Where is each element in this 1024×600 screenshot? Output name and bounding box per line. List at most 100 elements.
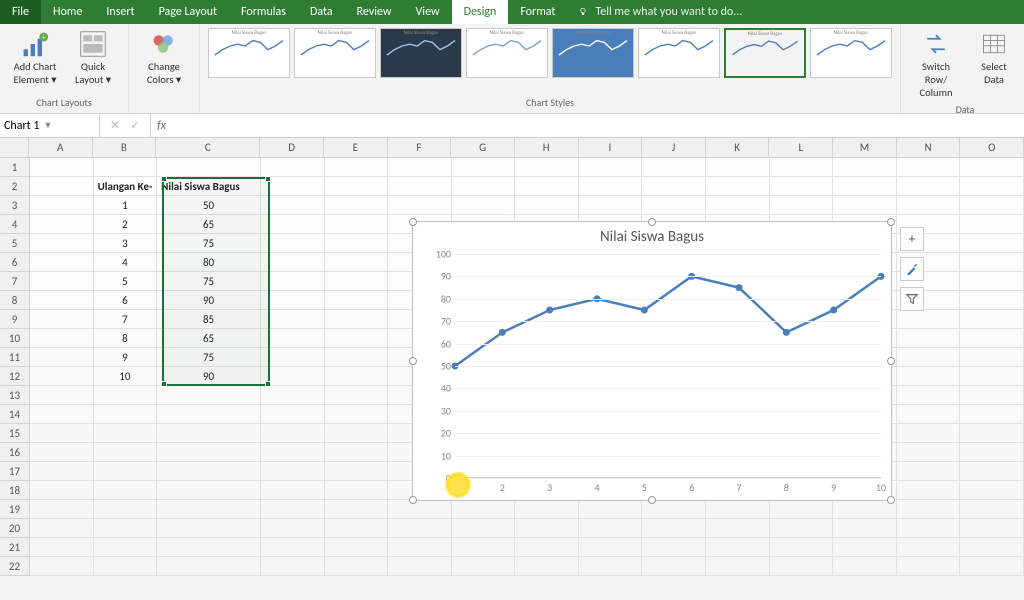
cell-M21[interactable]: [833, 538, 897, 557]
cell-E19[interactable]: [325, 500, 389, 519]
select-data-button[interactable]: Select Data: [967, 28, 1021, 88]
cell-C19[interactable]: [157, 500, 261, 519]
cell-C13[interactable]: [157, 386, 261, 405]
cell-D3[interactable]: [261, 196, 325, 215]
cell-L2[interactable]: [770, 177, 834, 196]
cell-O13[interactable]: [960, 386, 1024, 405]
formula-bar-input[interactable]: [172, 114, 1024, 137]
tab-data[interactable]: Data: [298, 0, 345, 24]
cell-C1[interactable]: [157, 158, 261, 177]
cell-D15[interactable]: [261, 424, 325, 443]
column-header-D[interactable]: D: [260, 138, 324, 158]
cell-L22[interactable]: [770, 557, 834, 576]
cell-J22[interactable]: [642, 557, 706, 576]
cell-J2[interactable]: [642, 177, 706, 196]
cell-F21[interactable]: [388, 538, 452, 557]
cell-J3[interactable]: [642, 196, 706, 215]
cell-J21[interactable]: [642, 538, 706, 557]
select-all-corner[interactable]: [0, 138, 29, 158]
cell-H2[interactable]: [515, 177, 579, 196]
row-header-22[interactable]: 22: [0, 557, 30, 576]
cell-H20[interactable]: [515, 519, 579, 538]
cell-B7[interactable]: 5: [94, 272, 158, 291]
cell-B11[interactable]: 9: [94, 348, 158, 367]
chart-style-5[interactable]: Nilai Siswa Bagus: [552, 28, 634, 78]
column-header-F[interactable]: F: [388, 138, 452, 158]
column-header-C[interactable]: C: [156, 138, 260, 158]
chart-style-3[interactable]: Nilai Siswa Bagus: [380, 28, 462, 78]
cell-O15[interactable]: [960, 424, 1024, 443]
cell-B1[interactable]: [94, 158, 158, 177]
row-header-12[interactable]: 12: [0, 367, 30, 386]
cell-B9[interactable]: 7: [94, 310, 158, 329]
cell-H3[interactable]: [515, 196, 579, 215]
cell-O14[interactable]: [960, 405, 1024, 424]
cell-C3[interactable]: 50: [157, 196, 261, 215]
cell-O22[interactable]: [960, 557, 1024, 576]
cell-J20[interactable]: [642, 519, 706, 538]
cell-L19[interactable]: [770, 500, 834, 519]
cell-A1[interactable]: [30, 158, 94, 177]
cell-D18[interactable]: [261, 481, 325, 500]
row-header-9[interactable]: 9: [0, 310, 30, 329]
cell-H19[interactable]: [515, 500, 579, 519]
cell-G22[interactable]: [452, 557, 516, 576]
cell-B2[interactable]: Ulangan Ke-: [94, 177, 158, 196]
cell-O11[interactable]: [960, 348, 1024, 367]
cell-D5[interactable]: [261, 234, 325, 253]
column-header-N[interactable]: N: [897, 138, 961, 158]
cell-L1[interactable]: [770, 158, 834, 177]
chart-style-8[interactable]: Nilai Siswa Bagus: [810, 28, 892, 78]
column-header-B[interactable]: B: [93, 138, 157, 158]
cell-C5[interactable]: 75: [157, 234, 261, 253]
column-header-L[interactable]: L: [769, 138, 833, 158]
cell-C8[interactable]: 90: [157, 291, 261, 310]
cell-F19[interactable]: [388, 500, 452, 519]
row-header-17[interactable]: 17: [0, 462, 30, 481]
cell-E2[interactable]: [325, 177, 389, 196]
row-header-8[interactable]: 8: [0, 291, 30, 310]
row-header-1[interactable]: 1: [0, 158, 30, 177]
cell-A4[interactable]: [30, 215, 94, 234]
cell-E20[interactable]: [325, 519, 389, 538]
cell-D21[interactable]: [261, 538, 325, 557]
cell-N17[interactable]: [897, 462, 961, 481]
cell-D12[interactable]: [261, 367, 325, 386]
cell-N21[interactable]: [897, 538, 961, 557]
resize-handle-ne[interactable]: [887, 218, 895, 226]
resize-handle-nw[interactable]: [409, 218, 417, 226]
cell-B3[interactable]: 1: [94, 196, 158, 215]
cell-A6[interactable]: [30, 253, 94, 272]
row-header-15[interactable]: 15: [0, 424, 30, 443]
cell-D1[interactable]: [261, 158, 325, 177]
cell-D22[interactable]: [261, 557, 325, 576]
cell-K21[interactable]: [706, 538, 770, 557]
row-header-7[interactable]: 7: [0, 272, 30, 291]
cell-C12[interactable]: 90: [157, 367, 261, 386]
cell-O7[interactable]: [960, 272, 1024, 291]
cell-A5[interactable]: [30, 234, 94, 253]
cell-N16[interactable]: [897, 443, 961, 462]
chart-style-7[interactable]: Nilai Siswa Bagus: [724, 28, 806, 78]
cell-M22[interactable]: [833, 557, 897, 576]
cell-E16[interactable]: [325, 443, 389, 462]
row-header-16[interactable]: 16: [0, 443, 30, 462]
cell-B4[interactable]: 2: [94, 215, 158, 234]
cell-E17[interactable]: [325, 462, 389, 481]
cell-C11[interactable]: 75: [157, 348, 261, 367]
cell-E15[interactable]: [325, 424, 389, 443]
cell-A14[interactable]: [30, 405, 94, 424]
cell-M20[interactable]: [833, 519, 897, 538]
cell-E14[interactable]: [325, 405, 389, 424]
column-header-K[interactable]: K: [706, 138, 770, 158]
spreadsheet-grid[interactable]: ABCDEFGHIJKLMNO 123456789101112131415161…: [0, 138, 1024, 600]
cell-N11[interactable]: [897, 348, 961, 367]
cell-E8[interactable]: [325, 291, 389, 310]
cell-I20[interactable]: [579, 519, 643, 538]
column-header-O[interactable]: O: [960, 138, 1024, 158]
cell-E7[interactable]: [325, 272, 389, 291]
enter-icon[interactable]: ✓: [130, 118, 140, 133]
cell-E12[interactable]: [325, 367, 389, 386]
cell-G20[interactable]: [452, 519, 516, 538]
cell-B8[interactable]: 6: [94, 291, 158, 310]
